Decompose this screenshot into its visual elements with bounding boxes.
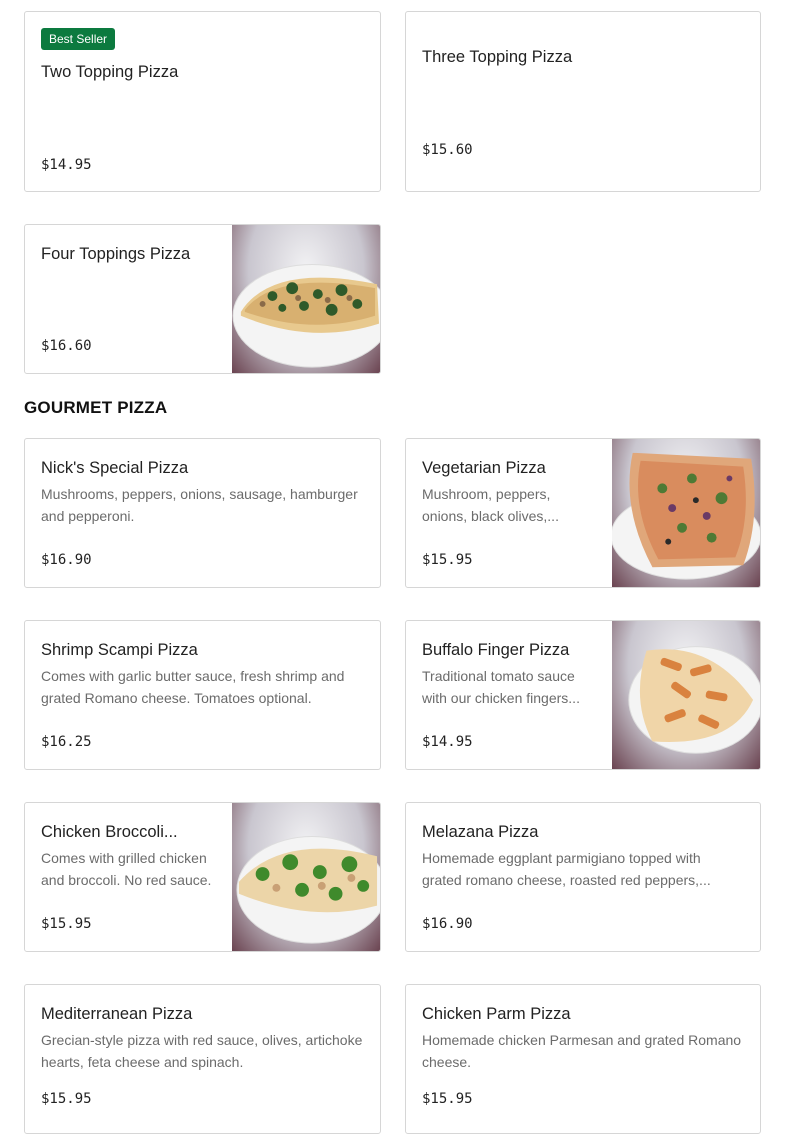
item-description: Mushrooms, peppers, onions, sausage, ham…: [41, 486, 358, 524]
item-name: Three Topping Pizza: [422, 48, 573, 66]
menu-item-nicks-special-pizza[interactable]: Nick's Special Pizza Mushrooms, peppers,…: [24, 438, 381, 588]
item-price: $16.90: [422, 916, 473, 932]
menu-item-melazana-pizza[interactable]: Melazana Pizza Homemade eggplant parmigi…: [405, 802, 761, 952]
item-price: $16.25: [41, 734, 92, 750]
pizza-vegetarian-photo: [612, 439, 760, 587]
item-price: $15.95: [422, 1091, 473, 1107]
menu-item-two-topping-pizza[interactable]: Best Seller Two Topping Pizza $14.95: [24, 11, 381, 192]
item-price: $14.95: [422, 734, 473, 750]
item-name: Two Topping Pizza: [41, 63, 179, 81]
item-price: $16.90: [41, 552, 92, 568]
menu-item-four-toppings-pizza[interactable]: Four Toppings Pizza $16.60: [24, 224, 381, 374]
menu-item-shrimp-scampi-pizza[interactable]: Shrimp Scampi Pizza Comes with garlic bu…: [24, 620, 381, 770]
item-name: Chicken Broccoli...: [41, 823, 178, 841]
item-description: Homemade chicken Parmesan and grated Rom…: [422, 1032, 742, 1070]
menu-item-chicken-broccoli-pizza[interactable]: Chicken Broccoli... Comes with grilled c…: [24, 802, 381, 952]
pizza-broccoli-photo: [232, 803, 380, 951]
section-title-gourmet-pizza: GOURMET PIZZA: [24, 398, 168, 417]
item-price: $15.95: [41, 916, 92, 932]
item-name: Buffalo Finger Pizza: [422, 641, 570, 659]
item-price: $14.95: [41, 157, 92, 173]
pizza-spinach-photo: [232, 225, 380, 373]
item-price: $15.60: [422, 142, 473, 158]
menu-item-buffalo-finger-pizza[interactable]: Buffalo Finger Pizza Traditional tomato …: [405, 620, 761, 770]
pizza-buffalo-photo: [612, 621, 760, 769]
item-description: Homemade eggplant parmigiano topped with…: [422, 850, 711, 888]
item-name: Vegetarian Pizza: [422, 459, 546, 477]
item-name: Mediterranean Pizza: [41, 1005, 193, 1023]
menu-item-vegetarian-pizza[interactable]: Vegetarian Pizza Mushroom, peppers, onio…: [405, 438, 761, 588]
item-description: Comes with grilled chicken and broccoli.…: [41, 850, 212, 888]
menu-item-mediterranean-pizza[interactable]: Mediterranean Pizza Grecian-style pizza …: [24, 984, 381, 1134]
item-name: Melazana Pizza: [422, 823, 539, 841]
item-price: $15.95: [41, 1091, 92, 1107]
item-description: Mushroom, peppers, onions, black olives,…: [422, 486, 559, 524]
item-name: Four Toppings Pizza: [41, 245, 191, 263]
item-name: Shrimp Scampi Pizza: [41, 641, 198, 659]
menu-item-chicken-parm-pizza[interactable]: Chicken Parm Pizza Homemade chicken Parm…: [405, 984, 761, 1134]
item-price: $16.60: [41, 338, 92, 354]
item-name: Chicken Parm Pizza: [422, 1005, 571, 1023]
menu-item-three-topping-pizza[interactable]: Three Topping Pizza $15.60: [405, 11, 761, 192]
item-description: Comes with garlic butter sauce, fresh sh…: [41, 668, 345, 706]
item-description: Grecian-style pizza with red sauce, oliv…: [41, 1032, 363, 1070]
item-name: Nick's Special Pizza: [41, 459, 189, 477]
item-description: Traditional tomato sauce with our chicke…: [422, 668, 580, 706]
item-price: $15.95: [422, 552, 473, 568]
